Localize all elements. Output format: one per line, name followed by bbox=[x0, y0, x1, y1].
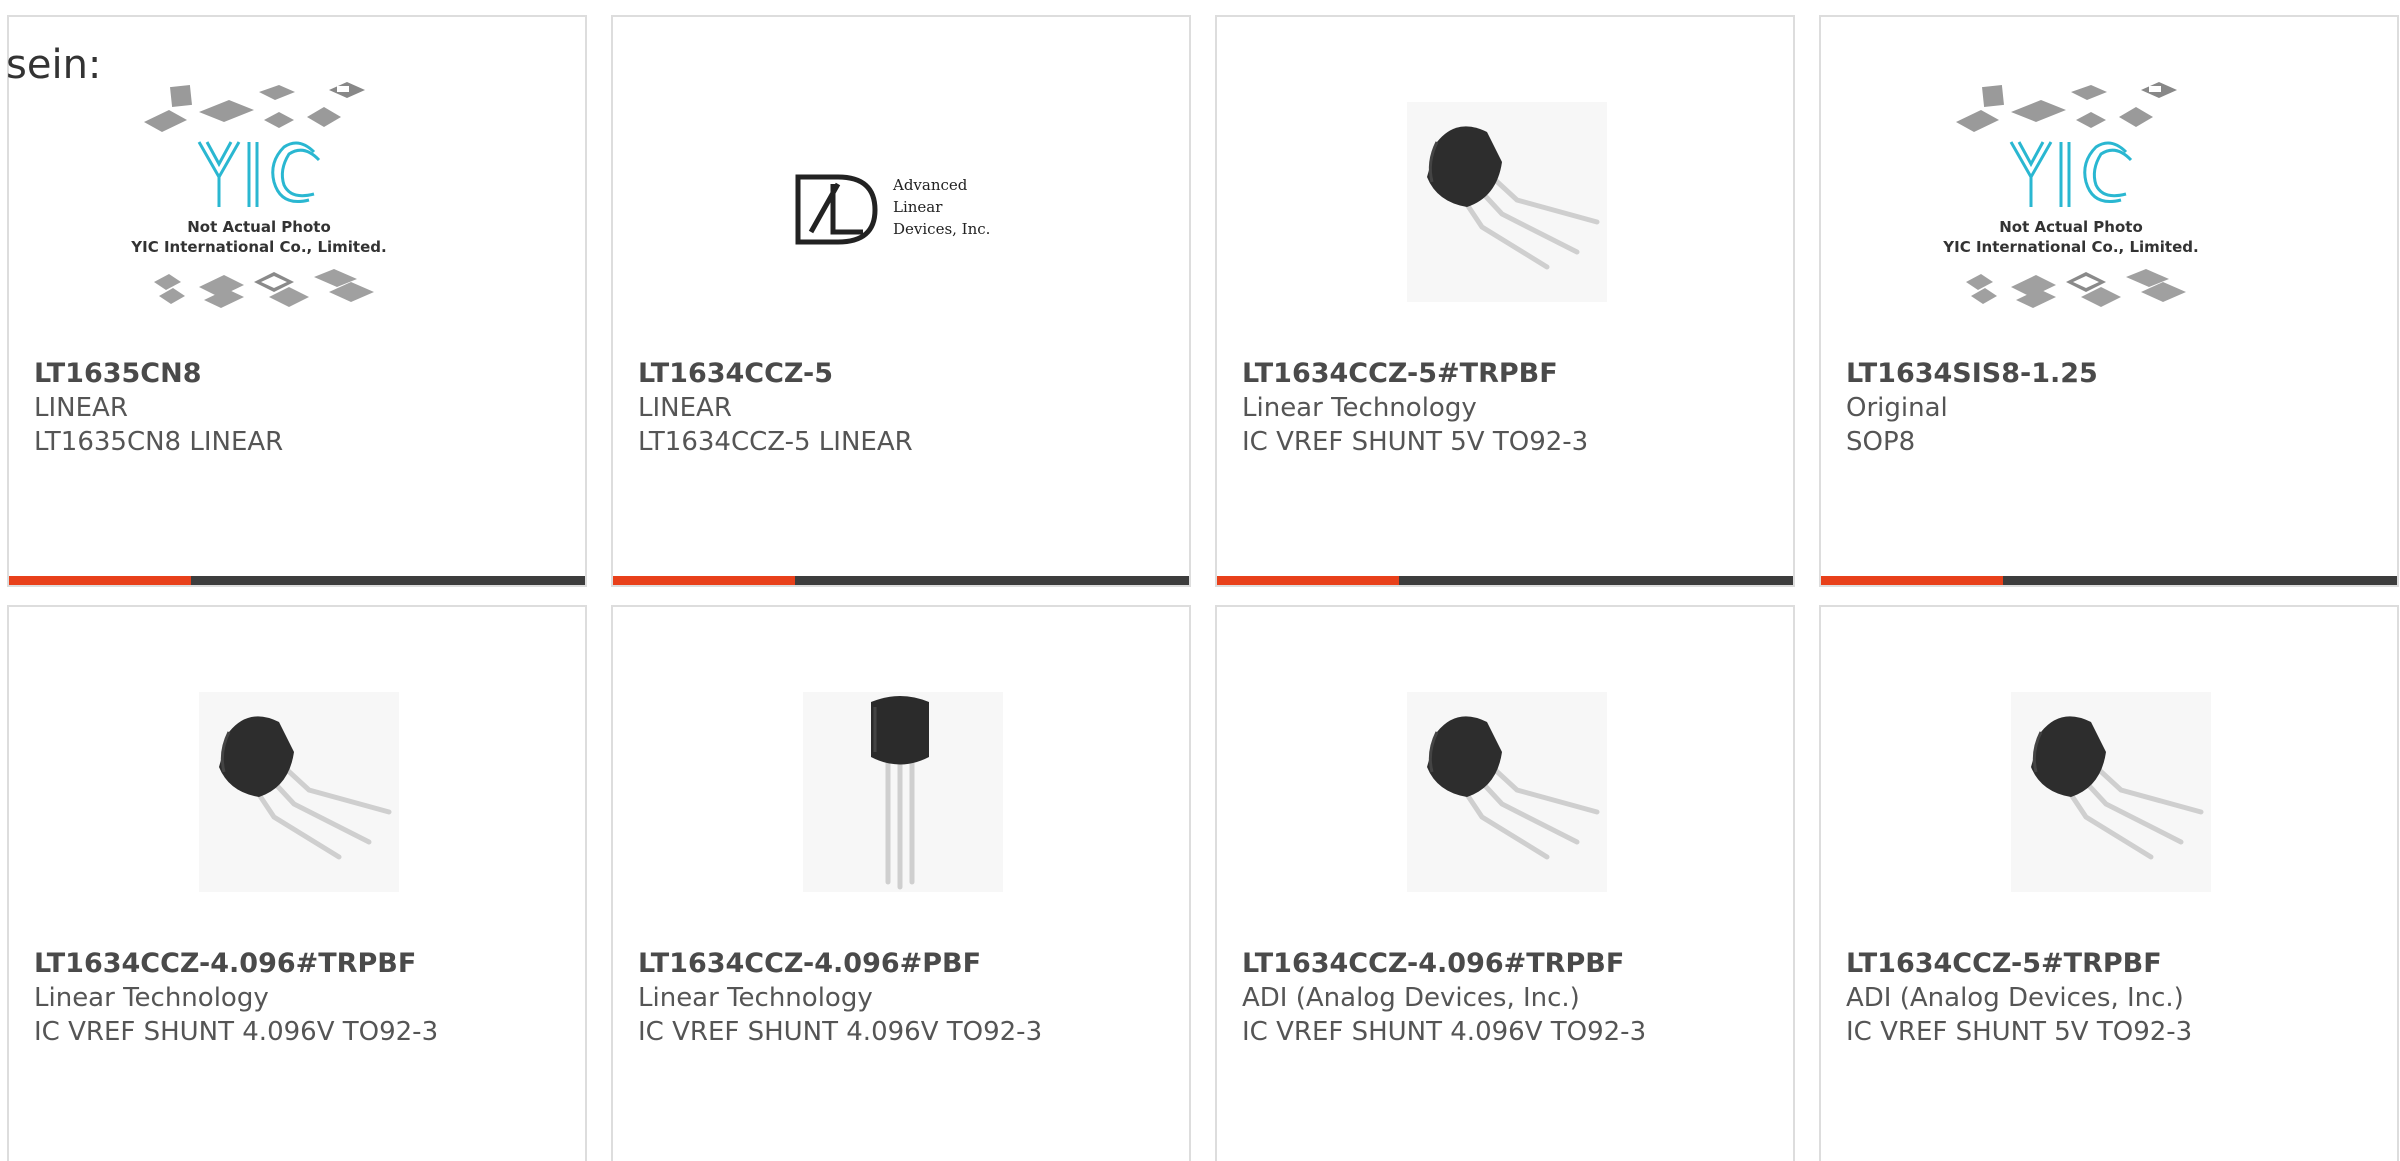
product-info: LT1634CCZ-5#TRPBF Linear Technology IC V… bbox=[1242, 357, 1773, 459]
stray-text: sein: bbox=[6, 42, 102, 88]
product-card[interactable]: LT1634CCZ-4.096#TRPBF Linear Technology … bbox=[7, 605, 587, 1161]
card-footer-bar bbox=[613, 576, 1189, 585]
svg-text:YIC International Co., Limited: YIC International Co., Limited. bbox=[130, 238, 386, 256]
part-number-link[interactable]: LT1635CN8 bbox=[34, 357, 565, 391]
product-card[interactable]: LT1634CCZ-5#TRPBF Linear Technology IC V… bbox=[1215, 15, 1795, 587]
manufacturer-label: LINEAR bbox=[34, 393, 128, 423]
card-accent-stripe bbox=[9, 576, 191, 585]
card-accent-stripe bbox=[1821, 576, 2003, 585]
page: sein: Not Actual Photo YIC International… bbox=[0, 0, 2400, 1161]
to92-bent-image[interactable] bbox=[2001, 677, 2221, 907]
product-info: LT1634CCZ-4.096#TRPBF ADI (Analog Device… bbox=[1242, 947, 1773, 1049]
product-card[interactable]: Advanced Linear Devices, Inc. LT1634CCZ-… bbox=[611, 15, 1191, 587]
product-info: LT1634SIS8-1.25 Original SOP8 bbox=[1846, 357, 2377, 459]
part-number-link[interactable]: LT1634SIS8-1.25 bbox=[1846, 357, 2377, 391]
svg-text:Not Actual Photo: Not Actual Photo bbox=[187, 218, 331, 236]
card-footer-bar bbox=[9, 576, 585, 585]
product-card[interactable]: LT1634CCZ-4.096#PBF Linear Technology IC… bbox=[611, 605, 1191, 1161]
svg-text:YIC International Co., Limited: YIC International Co., Limited. bbox=[1942, 238, 2198, 256]
description-label: IC VREF SHUNT 5V TO92-3 bbox=[1846, 1017, 2193, 1047]
description-label: IC VREF SHUNT 4.096V TO92-3 bbox=[1242, 1017, 1647, 1047]
manufacturer-label: Linear Technology bbox=[1242, 393, 1477, 423]
manufacturer-label: LINEAR bbox=[638, 393, 732, 423]
yic-placeholder-image[interactable]: Not Actual Photo YIC International Co., … bbox=[130, 82, 409, 317]
part-number-link[interactable]: LT1634CCZ-4.096#PBF bbox=[638, 947, 1169, 981]
card-footer-bar bbox=[1821, 576, 2397, 585]
description-label: IC VREF SHUNT 4.096V TO92-3 bbox=[638, 1017, 1043, 1047]
manufacturer-label: Original bbox=[1846, 393, 1948, 423]
manufacturer-label: Linear Technology bbox=[34, 983, 269, 1013]
to92-bent-image[interactable] bbox=[1397, 87, 1617, 317]
manufacturer-label: ADI (Analog Devices, Inc.) bbox=[1846, 983, 2184, 1013]
svg-text:Devices, Inc.: Devices, Inc. bbox=[893, 220, 990, 238]
manufacturer-label: Linear Technology bbox=[638, 983, 873, 1013]
product-info: LT1634CCZ-4.096#PBF Linear Technology IC… bbox=[638, 947, 1169, 1049]
part-number-link[interactable]: LT1634CCZ-4.096#TRPBF bbox=[34, 947, 565, 981]
svg-text:Linear: Linear bbox=[893, 198, 943, 216]
product-card[interactable]: LT1634CCZ-5#TRPBF ADI (Analog Devices, I… bbox=[1819, 605, 2399, 1161]
description-label: SOP8 bbox=[1846, 427, 1916, 457]
part-number-link[interactable]: LT1634CCZ-5#TRPBF bbox=[1242, 357, 1773, 391]
card-accent-stripe bbox=[613, 576, 795, 585]
part-number-link[interactable]: LT1634CCZ-5#TRPBF bbox=[1846, 947, 2377, 981]
adl-logo-icon bbox=[795, 174, 878, 245]
product-card[interactable]: LT1634CCZ-4.096#TRPBF ADI (Analog Device… bbox=[1215, 605, 1795, 1161]
description-label: LT1635CN8 LINEAR bbox=[34, 427, 284, 457]
product-info: LT1635CN8 LINEAR LT1635CN8 LINEAR bbox=[34, 357, 565, 459]
product-card[interactable]: Not Actual Photo YIC International Co., … bbox=[7, 15, 587, 587]
product-grid: Not Actual Photo YIC International Co., … bbox=[7, 15, 2399, 1161]
yic-placeholder-image[interactable]: Not Actual Photo YIC International Co., … bbox=[1942, 82, 2221, 317]
to92-bent-image[interactable] bbox=[1397, 677, 1617, 907]
part-number-link[interactable]: LT1634CCZ-4.096#TRPBF bbox=[1242, 947, 1773, 981]
description-label: LT1634CCZ-5 LINEAR bbox=[638, 427, 913, 457]
adl-logo-image[interactable]: Advanced Linear Devices, Inc. bbox=[793, 87, 1013, 317]
description-label: IC VREF SHUNT 5V TO92-3 bbox=[1242, 427, 1589, 457]
card-accent-stripe bbox=[1217, 576, 1399, 585]
part-number-link[interactable]: LT1634CCZ-5 bbox=[638, 357, 1169, 391]
to92-bent-image[interactable] bbox=[189, 677, 409, 907]
description-label: IC VREF SHUNT 4.096V TO92-3 bbox=[34, 1017, 439, 1047]
to92-straight-image[interactable] bbox=[793, 677, 1013, 907]
svg-text:Advanced: Advanced bbox=[892, 176, 968, 194]
card-footer-bar bbox=[1217, 576, 1793, 585]
svg-text:Not Actual Photo: Not Actual Photo bbox=[1999, 218, 2143, 236]
product-info: LT1634CCZ-5#TRPBF ADI (Analog Devices, I… bbox=[1846, 947, 2377, 1049]
manufacturer-label: ADI (Analog Devices, Inc.) bbox=[1242, 983, 1580, 1013]
product-info: LT1634CCZ-4.096#TRPBF Linear Technology … bbox=[34, 947, 565, 1049]
product-info: LT1634CCZ-5 LINEAR LT1634CCZ-5 LINEAR bbox=[638, 357, 1169, 459]
product-card[interactable]: Not Actual Photo YIC International Co., … bbox=[1819, 15, 2399, 587]
